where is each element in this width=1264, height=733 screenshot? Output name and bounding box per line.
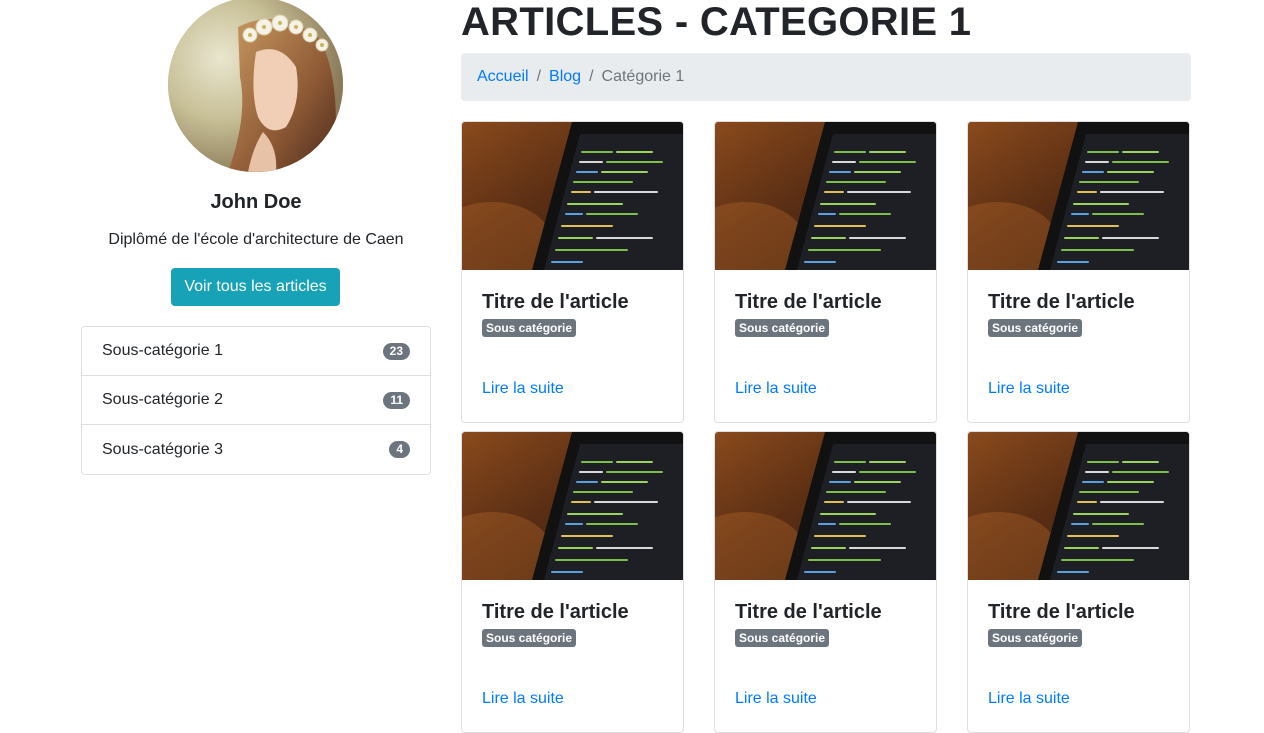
subcategory-list: Sous-catégorie 1 23 Sous-catégorie 2 11 … — [81, 326, 431, 475]
article-thumbnail — [715, 122, 936, 270]
article-title: Titre de l'article — [988, 601, 1135, 623]
read-more-link[interactable]: Lire la suite — [482, 690, 564, 708]
article-subcategory-badge: Sous catégorie — [735, 319, 830, 337]
read-more-link[interactable]: Lire la suite — [735, 380, 817, 398]
article-card: Titre de l'article Sous catégorie Lire l… — [967, 431, 1190, 733]
view-all-articles-button[interactable]: Voir tous les articles — [171, 268, 340, 306]
article-thumbnail — [462, 432, 683, 580]
subcategory-item[interactable]: Sous-catégorie 2 11 — [82, 376, 430, 425]
breadcrumb-link-blog[interactable]: Blog — [549, 68, 581, 86]
article-title: Titre de l'article — [482, 601, 629, 623]
article-thumbnail — [968, 122, 1189, 270]
subcategory-count-badge: 23 — [382, 342, 410, 360]
article-card: Titre de l'article Sous catégorie Lire l… — [461, 121, 684, 423]
article-card: Titre de l'article Sous catégorie Lire l… — [714, 431, 937, 733]
breadcrumb-link-home[interactable]: Accueil — [477, 68, 529, 86]
subcategory-item[interactable]: Sous-catégorie 3 4 — [82, 425, 430, 474]
breadcrumb: Accueil / Blog / Catégorie 1 — [461, 53, 1191, 101]
subcategory-label: Sous-catégorie 3 — [102, 440, 223, 458]
article-subcategory-badge: Sous catégorie — [482, 319, 577, 337]
subcategory-count-badge: 11 — [383, 391, 410, 409]
subcategory-label: Sous-catégorie 2 — [102, 391, 223, 408]
article-subcategory-badge: Sous catégorie — [988, 629, 1083, 647]
article-thumbnail — [462, 122, 683, 270]
article-card: Titre de l'article Sous catégorie Lire l… — [714, 121, 937, 423]
page-title: ARTICLES - CATEGORIE 1 — [461, 0, 972, 44]
profile-name: John Doe — [210, 191, 302, 213]
article-subcategory-badge: Sous catégorie — [735, 629, 830, 647]
read-more-link[interactable]: Lire la suite — [735, 690, 817, 708]
read-more-link[interactable]: Lire la suite — [988, 380, 1070, 398]
article-subcategory-badge: Sous catégorie — [988, 319, 1083, 337]
breadcrumb-separator: / — [536, 68, 542, 85]
article-title: Titre de l'article — [735, 291, 882, 313]
profile-description: Diplômé de l'école d'architecture de Cae… — [108, 231, 404, 248]
breadcrumb-separator: / — [589, 68, 594, 85]
article-title: Titre de l'article — [735, 601, 882, 623]
article-title: Titre de l'article — [988, 291, 1135, 313]
subcategory-count-badge: 4 — [389, 441, 410, 458]
article-thumbnail — [715, 432, 936, 580]
article-subcategory-badge: Sous catégorie — [482, 629, 577, 647]
article-title: Titre de l'article — [482, 291, 629, 313]
subcategory-label: Sous-catégorie 1 — [102, 342, 223, 359]
article-thumbnail — [968, 432, 1189, 580]
article-card: Titre de l'article Sous catégorie Lire l… — [967, 121, 1190, 423]
profile-avatar — [168, 0, 343, 172]
read-more-link[interactable]: Lire la suite — [482, 380, 564, 398]
article-card: Titre de l'article Sous catégorie Lire l… — [461, 431, 684, 733]
subcategory-item[interactable]: Sous-catégorie 1 23 — [82, 327, 430, 376]
read-more-link[interactable]: Lire la suite — [988, 690, 1070, 708]
breadcrumb-current: Catégorie 1 — [601, 68, 685, 85]
